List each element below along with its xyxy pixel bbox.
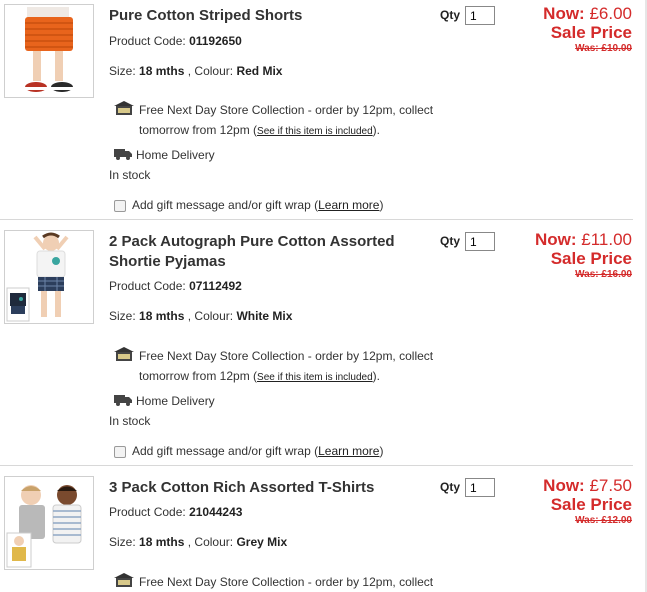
basket-item: 3 Pack Cotton Rich Assorted T-Shirts Pro…	[0, 472, 647, 592]
home-delivery-label: Home Delivery	[136, 148, 215, 162]
quantity-input[interactable]	[465, 6, 495, 25]
was-price: Was: £10.00	[575, 43, 632, 54]
item-divider	[0, 219, 633, 220]
product-title[interactable]: 3 Pack Cotton Rich Assorted T-Shirts	[109, 478, 409, 498]
collection-text-2: tomorrow from 12pm (See if this item is …	[139, 369, 380, 383]
see-if-included-link[interactable]: See if this item is included	[257, 126, 373, 137]
product-title[interactable]: Pure Cotton Striped Shorts	[109, 6, 409, 26]
gift-wrap-checkbox[interactable]	[114, 446, 126, 458]
collection-text: Free Next Day Store Collection - order b…	[139, 349, 434, 363]
was-price: Was: £16.00	[575, 269, 632, 280]
stock-status: In stock	[109, 168, 151, 182]
product-code: Product Code: 01192650	[109, 34, 242, 48]
product-code: Product Code: 07112492	[109, 279, 242, 293]
product-image-tshirts[interactable]	[4, 476, 94, 570]
price-block: Now: £6.00 Sale Price Was: £10.00	[543, 4, 632, 54]
basket-item: Pure Cotton Striped Shorts Product Code:…	[0, 0, 647, 246]
quantity-input[interactable]	[465, 478, 495, 497]
quantity-input[interactable]	[465, 232, 495, 251]
product-image-shorts[interactable]	[4, 4, 94, 98]
delivery-van-icon	[114, 149, 132, 160]
price-block: Now: £11.00 Sale Price Was: £16.00	[534, 230, 632, 280]
qty-label: Qty	[440, 480, 461, 494]
basket-item: 2 Pack Autograph Pure Cotton Assorted Sh…	[0, 226, 647, 472]
product-title[interactable]: 2 Pack Autograph Pure Cotton Assorted Sh…	[109, 232, 419, 272]
home-delivery-label: Home Delivery	[136, 394, 215, 408]
learn-more-link[interactable]: Learn more	[318, 444, 379, 458]
item-divider	[0, 465, 633, 466]
store-collection-icon	[114, 347, 134, 361]
collection-text: Free Next Day Store Collection - order b…	[139, 575, 434, 589]
stock-status: In stock	[109, 414, 151, 428]
product-options: Size: 18 mths , Colour: White Mix	[109, 309, 293, 323]
sale-price-label: Sale Price	[550, 495, 632, 514]
store-collection-icon	[114, 573, 134, 587]
product-options: Size: 18 mths , Colour: Red Mix	[109, 64, 283, 78]
sale-price-label: Sale Price	[550, 249, 632, 268]
collection-text-2: tomorrow from 12pm (See if this item is …	[139, 123, 380, 137]
qty-label: Qty	[440, 234, 461, 248]
see-if-included-link[interactable]: See if this item is included	[257, 372, 373, 383]
qty-label: Qty	[440, 8, 461, 22]
price-block: Now: £7.50 Sale Price Was: £12.00	[543, 476, 632, 526]
gift-wrap-label: Add gift message and/or gift wrap (Learn…	[132, 198, 384, 212]
now-price: £7.50	[589, 476, 632, 495]
product-code: Product Code: 21044243	[109, 505, 243, 519]
product-image-pyjamas[interactable]	[4, 230, 94, 324]
sale-price-label: Sale Price	[550, 23, 632, 42]
learn-more-link[interactable]: Learn more	[318, 198, 379, 212]
gift-wrap-label: Add gift message and/or gift wrap (Learn…	[132, 444, 384, 458]
now-price: £6.00	[589, 4, 632, 23]
delivery-van-icon	[114, 395, 132, 406]
gift-wrap-checkbox[interactable]	[114, 200, 126, 212]
collection-text: Free Next Day Store Collection - order b…	[139, 103, 434, 117]
now-price: £11.00	[581, 230, 632, 249]
product-options: Size: 18 mths , Colour: Grey Mix	[109, 535, 288, 549]
was-price: Was: £12.00	[575, 515, 632, 526]
store-collection-icon	[114, 101, 134, 115]
